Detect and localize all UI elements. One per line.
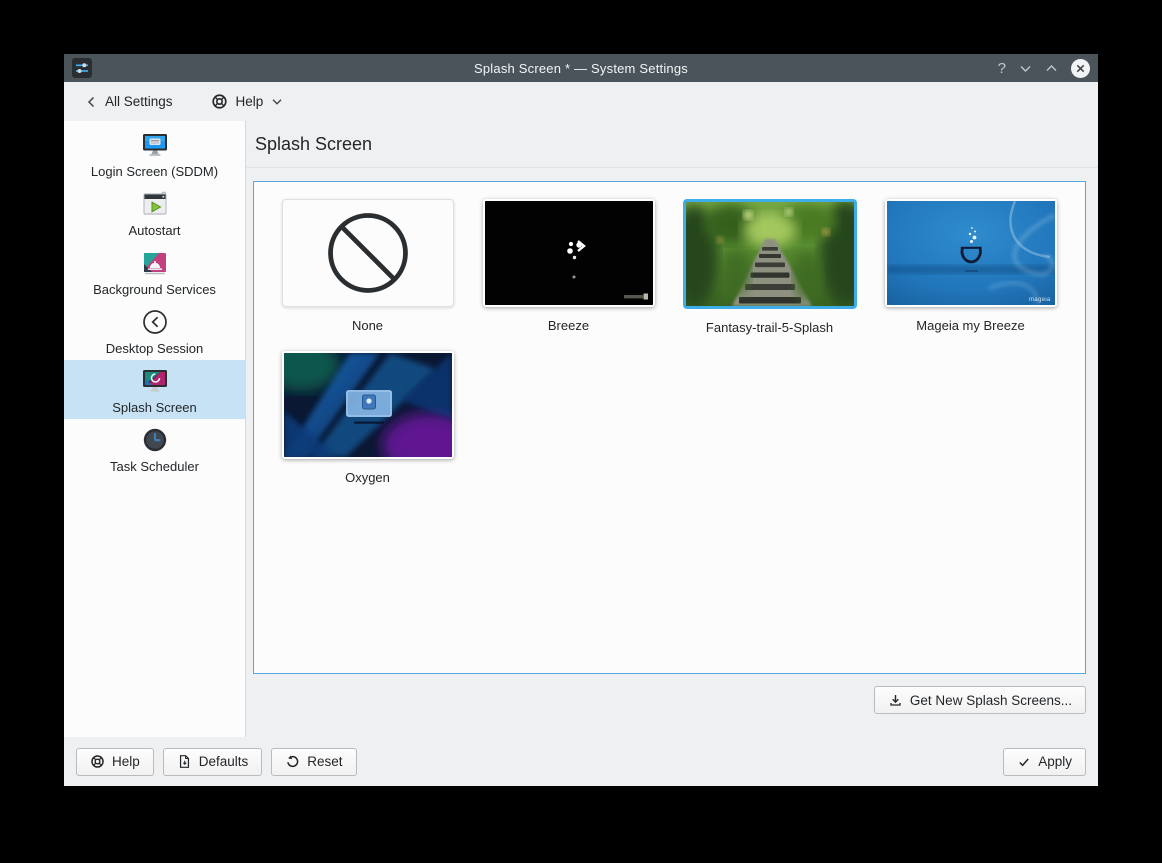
- sidebar-item-task-scheduler[interactable]: Task Scheduler: [64, 419, 245, 478]
- chevron-down-icon: [271, 98, 283, 106]
- apply-button[interactable]: Apply: [1003, 748, 1086, 776]
- main-row: Login Screen (SDDM) Autostart: [64, 121, 1098, 737]
- theme-card-mageia[interactable]: mageia Mageia my Breeze: [870, 199, 1071, 335]
- help-menu-button[interactable]: Help: [211, 93, 284, 110]
- undo-arrow-icon: [285, 754, 300, 769]
- app-menu-icon[interactable]: [72, 58, 92, 78]
- desktop-session-icon: [139, 306, 171, 338]
- sidebar-item-label: Task Scheduler: [110, 459, 199, 474]
- sidebar-item-label: Autostart: [128, 223, 180, 238]
- footer-button-bar: Help Defaults Reset Apply: [64, 737, 1098, 786]
- sidebar-item-label: Desktop Session: [106, 341, 204, 356]
- sidebar-item-login-screen-sddm[interactable]: Login Screen (SDDM): [64, 124, 245, 183]
- theme-card-none[interactable]: None: [267, 199, 468, 335]
- page-header: Splash Screen: [246, 121, 1098, 168]
- theme-card-oxygen[interactable]: Oxygen: [267, 351, 468, 485]
- theme-card-fantasy-trail[interactable]: Fantasy-trail-5-Splash: [669, 199, 870, 335]
- autostart-play-window-icon: [139, 188, 171, 220]
- content-area: Splash Screen None: [246, 121, 1098, 737]
- close-button[interactable]: [1071, 59, 1090, 78]
- login-screen-monitor-icon: [139, 129, 171, 161]
- document-revert-icon: [177, 754, 192, 769]
- help-lifebuoy-icon: [90, 754, 105, 769]
- theme-list-frame: None: [253, 181, 1086, 674]
- oxygen-thumbnail: [282, 351, 454, 459]
- sidebar-item-splash-screen[interactable]: Splash Screen: [64, 360, 245, 419]
- checkmark-icon: [1017, 755, 1031, 769]
- background-services-icon: [139, 247, 171, 279]
- theme-label: Breeze: [548, 318, 589, 333]
- sidebar-item-label: Splash Screen: [112, 400, 197, 415]
- sidebar: Login Screen (SDDM) Autostart: [64, 121, 246, 737]
- titlebar[interactable]: Splash Screen * — System Settings ?: [64, 54, 1098, 82]
- toolbar: All Settings Help: [64, 82, 1098, 121]
- sidebar-item-background-services[interactable]: Background Services: [64, 242, 245, 301]
- chevron-left-icon: [85, 95, 97, 109]
- theme-grid: None: [254, 182, 1085, 501]
- page-title: Splash Screen: [255, 134, 372, 155]
- get-new-label: Get New Splash Screens...: [910, 693, 1072, 708]
- sidebar-item-autostart[interactable]: Autostart: [64, 183, 245, 242]
- task-scheduler-clock-icon: [139, 424, 171, 456]
- minimize-button[interactable]: [1019, 64, 1032, 73]
- download-icon: [888, 693, 903, 708]
- theme-card-breeze[interactable]: Breeze: [468, 199, 669, 335]
- help-button[interactable]: Help: [76, 748, 154, 776]
- splash-screen-monitor-icon: [139, 365, 171, 397]
- sidebar-item-label: Background Services: [93, 282, 216, 297]
- theme-label: Fantasy-trail-5-Splash: [706, 320, 833, 335]
- fantasy-trail-thumbnail: [683, 199, 857, 309]
- get-new-row: Get New Splash Screens...: [246, 674, 1098, 714]
- none-thumbnail: [282, 199, 454, 307]
- theme-label: Oxygen: [345, 470, 390, 485]
- system-settings-window: Splash Screen * — System Settings ? All …: [64, 54, 1098, 786]
- breeze-thumbnail: [483, 199, 655, 307]
- all-settings-label: All Settings: [105, 94, 173, 109]
- mageia-watermark: mageia: [1029, 297, 1050, 303]
- apply-button-label: Apply: [1038, 754, 1072, 769]
- all-settings-back-button[interactable]: All Settings: [85, 94, 173, 109]
- reset-button[interactable]: Reset: [271, 748, 356, 776]
- reset-button-label: Reset: [307, 754, 342, 769]
- context-help-button[interactable]: ?: [998, 61, 1006, 76]
- help-menu-label: Help: [236, 94, 264, 109]
- circle-slash-icon: [283, 200, 453, 306]
- theme-label: Mageia my Breeze: [916, 318, 1024, 333]
- window-title: Splash Screen * — System Settings: [474, 61, 688, 76]
- titlebar-controls: ?: [998, 54, 1090, 82]
- theme-label: None: [352, 318, 383, 333]
- sidebar-item-desktop-session[interactable]: Desktop Session: [64, 301, 245, 360]
- sidebar-item-label: Login Screen (SDDM): [91, 164, 218, 179]
- defaults-button[interactable]: Defaults: [163, 748, 263, 776]
- defaults-button-label: Defaults: [199, 754, 249, 769]
- help-lifebuoy-icon: [211, 93, 228, 110]
- mageia-thumbnail: mageia: [885, 199, 1057, 307]
- maximize-button[interactable]: [1045, 64, 1058, 73]
- help-button-label: Help: [112, 754, 140, 769]
- get-new-splash-screens-button[interactable]: Get New Splash Screens...: [874, 686, 1086, 714]
